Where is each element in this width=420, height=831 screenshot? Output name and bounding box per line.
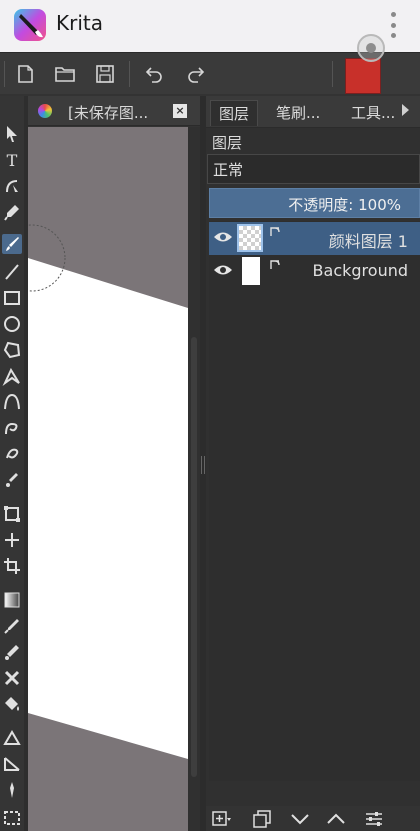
foreground-color-swatch[interactable] xyxy=(345,58,381,94)
dynamic-brush-tool-icon[interactable] xyxy=(2,444,22,464)
layer-list xyxy=(209,221,420,781)
smart-patch-tool-icon[interactable] xyxy=(2,642,22,662)
layer-actions-bar xyxy=(206,806,420,831)
open-document-icon[interactable] xyxy=(50,59,80,89)
layers-docker-title: 图层 xyxy=(212,134,243,152)
color-wheel-icon xyxy=(38,104,52,118)
move-layer-down-icon[interactable] xyxy=(288,808,312,830)
blend-mode-select[interactable]: 正常 xyxy=(207,154,420,184)
blend-mode-value: 正常 xyxy=(213,161,244,179)
assistant-tool-icon[interactable] xyxy=(2,728,22,748)
calligraphy-tool-icon[interactable] xyxy=(2,202,22,222)
rectangle-tool-icon[interactable] xyxy=(2,288,22,308)
polygon-tool-icon[interactable] xyxy=(2,340,22,360)
opacity-value: 不透明度: 100% xyxy=(288,196,401,214)
krita-window: Krita T [未保存图... × 图层 笔刷... 工具... 图层 正常 … xyxy=(0,0,420,831)
toolbar-separator xyxy=(129,61,130,87)
tab-tool-options[interactable]: 工具... xyxy=(343,100,403,126)
layer-thumbnail xyxy=(237,224,263,252)
tab-scroll-right-icon[interactable] xyxy=(402,104,409,116)
layer-row[interactable]: Background xyxy=(209,255,420,288)
layer-name: 颜料图层 1 xyxy=(328,232,408,251)
reference-images-tool-icon[interactable] xyxy=(2,780,22,800)
fill-tool-icon[interactable] xyxy=(2,694,22,714)
add-layer-icon[interactable] xyxy=(210,808,234,830)
move-tool-icon[interactable] xyxy=(2,530,22,550)
layer-name: Background xyxy=(312,261,408,280)
ellipse-tool-icon[interactable] xyxy=(2,314,22,334)
docker-tab-bar: 图层 笔刷... 工具... xyxy=(206,96,420,128)
tab-brush-presets[interactable]: 笔刷... xyxy=(268,100,328,126)
multibrush-tool-icon[interactable] xyxy=(2,470,22,490)
canvas[interactable] xyxy=(28,127,188,831)
layer-row[interactable]: 颜料图层 1 xyxy=(209,222,420,255)
reference-tool-icon[interactable] xyxy=(2,668,22,688)
layer-properties-icon[interactable] xyxy=(362,808,386,830)
freehand-path-tool-icon[interactable] xyxy=(2,418,22,438)
toolbox: T xyxy=(0,96,24,831)
inherit-alpha-icon[interactable] xyxy=(269,226,281,238)
close-document-button[interactable]: × xyxy=(173,104,187,118)
measure-tool-icon[interactable] xyxy=(2,754,22,774)
opacity-slider[interactable]: 不透明度: 100% xyxy=(209,188,420,218)
save-icon[interactable] xyxy=(90,59,120,89)
move-layer-up-icon[interactable] xyxy=(324,808,348,830)
line-tool-icon[interactable] xyxy=(2,262,22,282)
inherit-alpha-icon[interactable] xyxy=(269,259,281,271)
duplicate-layer-icon[interactable] xyxy=(250,808,274,830)
canvas-vertical-scrollbar[interactable] xyxy=(188,127,200,831)
edit-shapes-tool-icon[interactable] xyxy=(2,176,22,196)
touch-cursor-indicator xyxy=(357,34,385,62)
text-tool-icon[interactable]: T xyxy=(2,150,22,170)
crop-tool-icon[interactable] xyxy=(2,556,22,576)
new-document-icon[interactable] xyxy=(10,59,40,89)
layer-thumbnail xyxy=(242,257,260,285)
canvas-paper xyxy=(28,224,188,759)
select-shapes-tool-icon[interactable] xyxy=(2,124,22,144)
rectangular-selection-tool-icon[interactable] xyxy=(2,808,22,828)
bezier-curve-tool-icon[interactable] xyxy=(2,392,22,412)
gradient-tool-icon[interactable] xyxy=(2,590,22,610)
color-picker-tool-icon[interactable] xyxy=(2,616,22,636)
undo-icon[interactable] xyxy=(139,59,169,89)
freehand-brush-tool-icon[interactable] xyxy=(2,234,22,254)
tab-layers[interactable]: 图层 xyxy=(210,100,259,126)
visibility-eye-icon[interactable] xyxy=(213,263,233,277)
transform-tool-icon[interactable] xyxy=(2,504,22,524)
redo-icon[interactable] xyxy=(181,59,211,89)
krita-logo-icon xyxy=(14,9,46,41)
document-tab-title: [未保存图... xyxy=(68,104,149,122)
overflow-menu-icon[interactable] xyxy=(386,10,400,40)
polyline-tool-icon[interactable] xyxy=(2,366,22,386)
toolbar-separator xyxy=(4,61,5,87)
app-title: Krita xyxy=(56,11,103,35)
toolbar-separator xyxy=(332,61,333,87)
visibility-eye-icon[interactable] xyxy=(213,230,233,244)
